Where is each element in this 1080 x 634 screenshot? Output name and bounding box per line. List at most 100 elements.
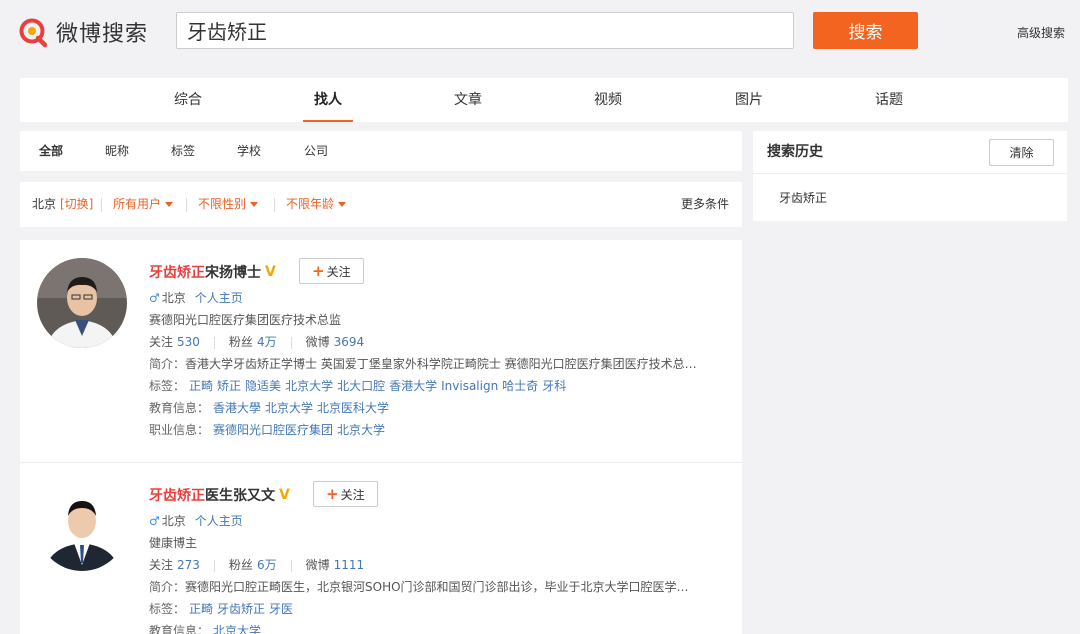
age-label: 不限年龄 [286,197,335,211]
subtab-all[interactable]: 全部 [39,131,63,171]
company-link[interactable]: 北京大学 [337,423,385,437]
avatar[interactable] [37,481,127,571]
history-item[interactable]: 牙齿矫正 [779,189,827,206]
tag-link[interactable]: 正畸 [189,379,213,393]
weibo-label: 微博 [305,335,330,349]
male-icon: ♂ [149,291,160,305]
tag-link[interactable]: 正畸 [189,602,213,616]
tag-link[interactable]: 北大口腔 [337,379,385,393]
intro-text: 香港大学牙齿矫正学博士 英国爱丁堡皇家外科学院正畸院士 赛德阳光口腔医疗集团医疗… [185,357,697,371]
tag-link[interactable]: 牙齿矫正 [217,602,265,616]
user-name[interactable]: 牙齿矫正 宋扬博士 V [149,262,276,282]
tag-link[interactable]: Invisalign [441,379,498,393]
user-location: 北京 [161,291,186,305]
intro-row: 简介：赛德阳光口腔正畸医生，北京银河SOHO门诊部和国贸门诊部出诊，毕业于北京大… [149,579,724,595]
fans-count: 4万 [256,335,277,349]
tab-articles[interactable]: 文章 [443,78,493,122]
subtab-nickname[interactable]: 昵称 [105,131,129,171]
gender-dropdown[interactable]: 不限性别 [198,182,259,227]
filter-bar: 北京 [切换] 所有用户 不限性别 不限年龄 更多条件 [20,182,742,227]
company-link[interactable]: 赛德阳光口腔医疗集团 [213,423,333,437]
subtab-tags[interactable]: 标签 [171,131,195,171]
tag-link[interactable]: 北京大学 [285,379,333,393]
clear-history-button[interactable]: 清除 [989,139,1054,166]
tag-link[interactable]: 隐适美 [245,379,281,393]
following-label: 关注 [149,558,174,572]
school-link[interactable]: 香港大學 [213,401,261,415]
tags-label: 标签： [149,602,186,616]
name-rest: 宋扬博士 [205,265,261,281]
location-switch-link[interactable]: [切换] [60,182,93,227]
follow-button[interactable]: + 关注 [313,481,378,507]
search-input[interactable] [187,18,783,43]
intro-row: 简介：香港大学牙齿矫正学博士 英国爱丁堡皇家外科学院正畸院士 赛德阳光口腔医疗集… [149,356,724,372]
job-row: 职业信息： 赛德阳光口腔医疗集团 北京大学 [149,422,385,438]
avatar[interactable] [37,258,127,348]
fans-stat[interactable]: 粉丝 6万 [229,558,277,572]
tag-link[interactable]: 香港大学 [389,379,437,393]
tab-topics[interactable]: 话题 [864,78,914,122]
caret-down-icon [250,202,259,207]
location-row: ♂ 北京 个人主页 [149,290,243,306]
fans-label: 粉丝 [228,558,253,572]
tags-row: 标签： 正畸 矫正 隐适美 北京大学 北大口腔 香港大学 Invisalign 哈士奇 牙科 [149,378,566,394]
search-button[interactable]: 搜索 [813,12,918,49]
following-label: 关注 [149,335,174,349]
results-list: 牙齿矫正 宋扬博士 V + 关注 ♂ 北京 个人主页 赛德阳光口腔医疗集团医疗技术总监 关… [20,240,742,634]
subtab-school[interactable]: 学校 [237,131,261,171]
weibo-count: 1111 [333,558,365,572]
weibo-stat[interactable]: 微博 3694 [306,335,365,349]
plus-icon: + [326,485,339,503]
divider [186,198,187,212]
intro-label: 简介： [149,357,186,371]
school-link[interactable]: 北京医科大学 [317,401,389,415]
logo-text: 微博搜索 [56,22,149,47]
search-box[interactable] [176,12,794,49]
user-type-dropdown[interactable]: 所有用户 [113,182,174,227]
weibo-label: 微博 [305,558,330,572]
follow-button[interactable]: + 关注 [299,258,364,284]
tag-link[interactable]: 牙科 [542,379,566,393]
location-label: 北京 [32,197,57,211]
tag-link[interactable]: 哈士奇 [502,379,538,393]
user-location: 北京 [161,514,186,528]
user-card: 牙齿矫正 医生张又文 V + 关注 ♂ 北京 个人主页 健康博主 关注 273 粉丝 6万 微博 1… [20,463,742,634]
location-row: ♂ 北京 个人主页 [149,513,243,529]
subtab-company[interactable]: 公司 [304,131,328,171]
stats-row: 关注 273 粉丝 6万 微博 1111 [149,557,378,573]
divider [213,336,215,349]
intro-label: 简介： [149,580,186,594]
user-card: 牙齿矫正 宋扬博士 V + 关注 ♂ 北京 个人主页 赛德阳光口腔医疗集团医疗技术总监 关… [20,240,742,463]
following-count: 530 [177,335,200,349]
more-conditions-link[interactable]: 更多条件 [681,182,729,227]
age-dropdown[interactable]: 不限年龄 [286,182,347,227]
tab-images[interactable]: 图片 [724,78,774,122]
following-stat[interactable]: 关注 530 [149,335,200,349]
tag-link[interactable]: 矫正 [217,379,241,393]
tags-label: 标签： [149,379,186,393]
fans-stat[interactable]: 粉丝 4万 [229,335,277,349]
school-link[interactable]: 北京大学 [213,624,261,634]
divider [753,173,1067,174]
following-stat[interactable]: 关注 273 [149,558,200,572]
caret-down-icon [165,202,174,207]
avatar-portrait-icon [37,481,127,571]
divider [101,198,102,212]
tab-comprehensive[interactable]: 综合 [163,78,213,122]
search-logo-icon [19,18,48,48]
homepage-link[interactable]: 个人主页 [195,291,243,305]
weibo-count: 3694 [333,335,365,349]
user-name[interactable]: 牙齿矫正 医生张又文 V [149,485,290,505]
follow-label: 关注 [326,264,351,279]
tag-link[interactable]: 牙医 [269,602,293,616]
weibo-search-logo[interactable]: 微博搜索 [18,12,148,52]
tab-videos[interactable]: 视频 [583,78,633,122]
school-link[interactable]: 北京大学 [265,401,313,415]
tab-people[interactable]: 找人 [303,78,353,122]
weibo-stat[interactable]: 微博 1111 [306,558,365,572]
education-row: 教育信息： 北京大学 [149,623,261,634]
advanced-search-link[interactable]: 高级搜索 [1017,24,1065,41]
avatar-portrait-icon [37,258,127,348]
stats-row: 关注 530 粉丝 4万 微博 3694 [149,334,378,350]
homepage-link[interactable]: 个人主页 [195,514,243,528]
